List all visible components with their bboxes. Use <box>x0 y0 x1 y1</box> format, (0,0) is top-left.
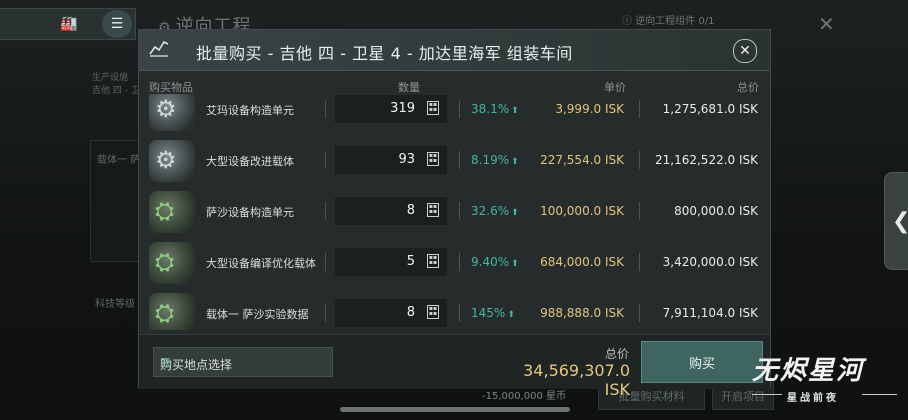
arrow-up-icon: ⬆ <box>511 157 519 167</box>
price-change-percent: 145% ⬆ <box>471 306 515 320</box>
gear-component-icon: ⚙ <box>149 94 195 131</box>
item-name: 大型设备编译优化载体 <box>206 257 316 270</box>
list-item[interactable]: ⛭ 载体一 萨沙实验数据 8 ▪▪ ▪▪ 145% ⬆ 988,888.0 ISK … <box>139 289 770 330</box>
arrow-up-icon: ⬆ <box>511 106 519 116</box>
right-panel <box>770 75 881 335</box>
list-item[interactable]: ⛭ 萨沙设备构造单元 8 ▪▪ ▪▪ 32.6% ⬆ 100,000.0 ISK 8… <box>139 187 770 237</box>
price-change-percent: 38.1% ⬆ <box>471 102 519 116</box>
module-component-icon: ⛭ <box>149 242 195 284</box>
chart-icon <box>149 39 169 57</box>
data-component-icon: ⛭ <box>149 293 195 330</box>
dialog-footer: 购买地点选择 ☰ 总价 34,569,307.0 ISK 购买 <box>139 334 770 399</box>
divider <box>459 304 460 322</box>
divider <box>459 151 460 169</box>
carrier-label: 载体一 萨 <box>97 155 141 166</box>
background-status: ⓘ 逆向工程组件 0/1 <box>622 16 715 27</box>
tech-label: 科技等级 <box>95 299 135 310</box>
item-name: 载体一 萨沙实验数据 <box>206 308 309 321</box>
watermark-logo: 无烬星河 <box>752 356 865 386</box>
side-expand-tab[interactable]: ❮ <box>884 172 908 270</box>
watermark-subtitle: 星战前夜 <box>787 393 839 404</box>
factory-icon: 🏭 <box>60 16 78 32</box>
list-icon: ☰ <box>160 356 171 370</box>
calculator-icon[interactable]: ▪▪ ▪▪ <box>427 305 439 319</box>
bulk-buy-dialog: 批量购买 - 吉他 四 - 卫星 4 - 加达里海军 组装车间 ✕ 购买物品 数… <box>138 29 771 399</box>
close-icon[interactable]: ✕ <box>733 39 757 63</box>
unit-price: 100,000.0 ISK <box>540 204 624 218</box>
row-total: 3,420,000.0 ISK <box>662 255 758 269</box>
price-change-percent: 32.6% ⬆ <box>471 204 519 218</box>
divider <box>325 253 326 271</box>
item-name: 艾玛设备构造单元 <box>206 104 294 117</box>
calculator-icon[interactable]: ▪▪ ▪▪ <box>427 101 439 115</box>
calculator-icon[interactable]: ▪▪ ▪▪ <box>427 254 439 268</box>
divider <box>639 304 640 322</box>
divider <box>325 100 326 118</box>
quantity-value: 93 <box>398 152 415 167</box>
list-item[interactable]: ⚙ 艾玛设备构造单元 319 ▪▪ ▪▪ 38.1% ⬆ 3,999.0 ISK 1… <box>139 94 770 135</box>
gear-component-icon: ⚙ <box>149 140 195 182</box>
menu-icon[interactable]: ☰ <box>102 10 132 38</box>
divider <box>459 100 460 118</box>
quantity-value: 8 <box>406 203 415 218</box>
row-total: 800,000.0 ISK <box>674 204 758 218</box>
row-total: 7,911,104.0 ISK <box>662 306 758 320</box>
price-change-percent: 9.40% ⬆ <box>471 255 519 269</box>
quantity-field[interactable]: 8 ▪▪ ▪▪ <box>335 299 447 327</box>
divider <box>325 151 326 169</box>
column-header-item: 购买物品 <box>149 81 193 94</box>
list-item[interactable]: ⛭ 大型设备编译优化载体 5 ▪▪ ▪▪ 9.40% ⬆ 684,000.0 ISK… <box>139 238 770 288</box>
row-total: 1,275,681.0 ISK <box>662 102 758 116</box>
column-header-unit-price: 单价 <box>604 81 626 94</box>
divider <box>459 253 460 271</box>
divider <box>639 202 640 220</box>
arrow-up-icon: ⬆ <box>507 310 515 320</box>
divider <box>639 100 640 118</box>
sum-label: 总价 <box>605 347 630 361</box>
row-total: 21,162,522.0 ISK <box>655 153 758 167</box>
arrow-up-icon: ⬆ <box>511 208 519 218</box>
dialog-header: 批量购买 - 吉他 四 - 卫星 4 - 加达里海军 组装车间 ✕ <box>139 30 770 71</box>
quantity-field[interactable]: 5 ▪▪ ▪▪ <box>335 248 447 276</box>
quantity-field[interactable]: 93 ▪▪ ▪▪ <box>335 146 447 174</box>
list-item[interactable]: ⚙ 大型设备改进载体 93 ▪▪ ▪▪ 8.19% ⬆ 227,554.0 ISK … <box>139 136 770 186</box>
column-header-qty: 数量 <box>398 81 420 94</box>
watermark: 无烬星河 星战前夜 <box>752 350 902 404</box>
sum-value: 34,569,307.0 ISK <box>523 361 630 399</box>
unit-price: 684,000.0 ISK <box>540 255 624 269</box>
unit-price: 988,888.0 ISK <box>540 306 624 320</box>
quantity-field[interactable]: 319 ▪▪ ▪▪ <box>335 95 447 123</box>
quantity-value: 5 <box>406 254 415 269</box>
item-name: 萨沙设备构造单元 <box>206 206 294 219</box>
quantity-value: 319 <box>390 101 415 116</box>
quantity-value: 8 <box>406 305 415 320</box>
unit-price: 227,554.0 ISK <box>540 153 624 167</box>
quantity-field[interactable]: 8 ▪▪ ▪▪ <box>335 197 447 225</box>
divider <box>325 304 326 322</box>
background-close-icon[interactable]: ✕ <box>818 12 835 36</box>
item-list[interactable]: ⚙ 艾玛设备构造单元 319 ▪▪ ▪▪ 38.1% ⬆ 3,999.0 ISK 1… <box>139 94 770 330</box>
unit-price: 3,999.0 ISK <box>555 102 624 116</box>
divider <box>459 202 460 220</box>
item-name: 大型设备改进载体 <box>206 155 294 168</box>
chevron-left-icon: ❮ <box>892 209 908 234</box>
divider <box>325 202 326 220</box>
price-change-percent: 8.19% ⬆ <box>471 153 519 167</box>
buy-button[interactable]: 购买 <box>641 341 763 383</box>
divider <box>639 151 640 169</box>
column-header-total: 总价 <box>737 81 759 94</box>
module-component-icon: ⛭ <box>149 191 195 233</box>
calculator-icon[interactable]: ▪▪ ▪▪ <box>427 152 439 166</box>
home-indicator <box>340 407 570 412</box>
calculator-icon[interactable]: ▪▪ ▪▪ <box>427 203 439 217</box>
purchase-location-select[interactable]: 购买地点选择 ☰ <box>153 347 333 377</box>
dialog-title: 批量购买 - 吉他 四 - 卫星 4 - 加达里海军 组装车间 <box>196 44 573 63</box>
arrow-up-icon: ⬆ <box>511 259 519 269</box>
divider <box>639 253 640 271</box>
